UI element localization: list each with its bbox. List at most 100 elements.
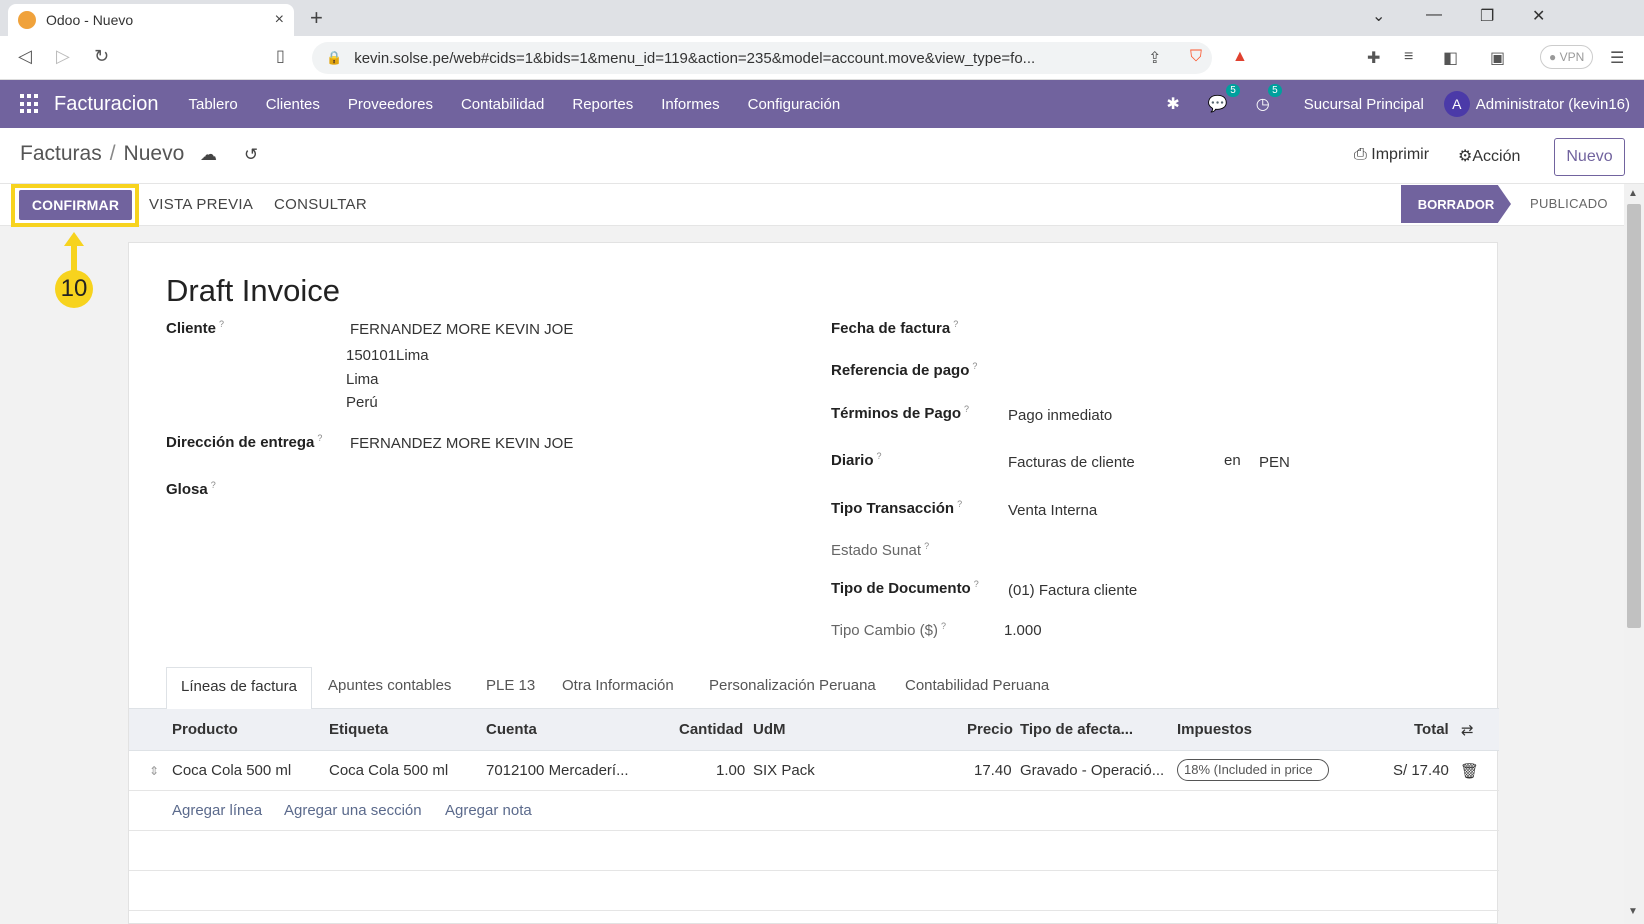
back-icon[interactable]: ◁ (18, 46, 32, 67)
wallet-icon[interactable]: ▣ (1490, 48, 1505, 68)
extensions-icon[interactable]: ✚ (1367, 48, 1380, 68)
avatar[interactable]: A (1443, 91, 1470, 117)
col-etiqueta[interactable]: Etiqueta (329, 721, 388, 738)
menu-clientes[interactable]: Clientes (266, 96, 320, 113)
tipo-cambio-field[interactable]: 1.000 (1004, 622, 1042, 639)
tab-search-icon[interactable]: ⌄ (1372, 6, 1385, 26)
debug-icon[interactable]: ✱ (1166, 94, 1179, 114)
breadcrumb-facturas[interactable]: Facturas (20, 142, 102, 165)
share-icon[interactable]: ⇪ (1148, 48, 1161, 68)
tipo-documento-label: Tipo de Documento? (831, 579, 979, 597)
forward-icon[interactable]: ▷ (56, 46, 70, 67)
menu-configuracion[interactable]: Configuración (748, 96, 841, 113)
tab-otra-informacion[interactable]: Otra Información (562, 677, 674, 694)
currency-field[interactable]: PEN (1259, 454, 1290, 471)
col-precio[interactable]: Precio (967, 721, 1013, 738)
breadcrumb: Facturas / Nuevo (20, 142, 184, 166)
diario-field[interactable]: Facturas de cliente (1008, 454, 1135, 471)
print-button[interactable]: ⎙ Imprimir (1354, 146, 1429, 164)
annotation-arrow-icon (64, 232, 84, 272)
menu-tablero[interactable]: Tablero (189, 96, 238, 113)
messages-icon[interactable]: 💬 5 (1208, 84, 1240, 114)
optional-columns-icon[interactable]: ⇄ (1461, 721, 1474, 739)
preview-button[interactable]: VISTA PREVIA (149, 196, 253, 213)
col-tipo-afectacion[interactable]: Tipo de afecta... (1020, 721, 1133, 738)
control-panel: Facturas / Nuevo ☁ ↺ ⎙ Imprimir ⚙Acción Nu… (0, 128, 1644, 184)
cell-cuenta[interactable]: 7012100 Mercaderí... (486, 762, 629, 779)
cliente-address-line3: Perú (346, 394, 378, 411)
consult-button[interactable]: CONSULTAR (274, 196, 367, 213)
browser-tab[interactable]: Odoo - Nuevo × (8, 4, 294, 36)
entrega-field[interactable]: FERNANDEZ MORE KEVIN JOE (350, 435, 573, 452)
sidebar-icon[interactable]: ◧ (1443, 48, 1458, 68)
cell-tipo-afectacion[interactable]: Gravado - Operació... (1020, 762, 1164, 779)
minimize-icon[interactable]: — (1426, 6, 1442, 24)
activities-icon[interactable]: ◷ 5 (1256, 84, 1282, 114)
col-cantidad[interactable]: Cantidad (679, 721, 743, 738)
cell-etiqueta[interactable]: Coca Cola 500 ml (329, 762, 448, 779)
scroll-down-icon[interactable]: ▼ (1628, 906, 1638, 917)
state-posted[interactable]: PUBLICADO (1530, 196, 1608, 211)
save-cloud-icon[interactable]: ☁ (200, 145, 217, 165)
tab-contabilidad-peruana[interactable]: Contabilidad Peruana (905, 677, 1049, 694)
tab-apuntes-contables[interactable]: Apuntes contables (328, 677, 451, 694)
menu-reportes[interactable]: Reportes (572, 96, 633, 113)
odoo-navbar: Facturacion Tablero Clientes Proveedores… (0, 80, 1644, 128)
brave-rewards-icon[interactable]: ▲ (1232, 48, 1248, 66)
cell-precio[interactable]: 17.40 (974, 762, 1012, 779)
brave-shield-icon[interactable]: ⛉ (1190, 48, 1202, 66)
tab-title: Odoo - Nuevo (46, 12, 134, 28)
empty-row (129, 871, 1499, 911)
scrollbar-thumb[interactable] (1627, 204, 1641, 628)
drag-handle-icon[interactable]: ⇕ (149, 764, 159, 778)
apps-menu-icon[interactable] (20, 94, 40, 114)
tab-close-icon[interactable]: × (275, 11, 284, 29)
scroll-up-icon[interactable]: ▲ (1628, 188, 1638, 199)
reload-icon[interactable]: ↻ (94, 46, 109, 67)
address-bar[interactable]: 🔒 kevin.solse.pe/web#cids=1&bids=1&menu_… (312, 42, 1212, 74)
cell-cantidad[interactable]: 1.00 (716, 762, 745, 779)
menu-contabilidad[interactable]: Contabilidad (461, 96, 544, 113)
cell-producto[interactable]: Coca Cola 500 ml (172, 762, 291, 779)
step-badge: 10 (55, 270, 93, 308)
tax-tag[interactable]: 18% (Included in price (1177, 759, 1329, 781)
trash-icon[interactable]: 🗑 (1460, 762, 1479, 780)
add-note-link[interactable]: Agregar nota (445, 802, 532, 819)
menu-informes[interactable]: Informes (661, 96, 719, 113)
col-impuestos[interactable]: Impuestos (1177, 721, 1252, 738)
menu-proveedores[interactable]: Proveedores (348, 96, 433, 113)
bookmark-icon[interactable]: ▯ (276, 46, 285, 66)
tab-personalizacion-peruana[interactable]: Personalización Peruana (709, 677, 876, 694)
cell-udm[interactable]: SIX Pack (753, 762, 815, 779)
col-udm[interactable]: UdM (753, 721, 786, 738)
state-draft[interactable]: BORRADOR (1401, 185, 1511, 223)
discard-icon[interactable]: ↺ (244, 145, 258, 165)
terminos-field[interactable]: Pago inmediato (1008, 407, 1112, 424)
tab-lineas-factura[interactable]: Líneas de factura (166, 667, 312, 710)
col-total[interactable]: Total (1414, 721, 1449, 738)
col-cuenta[interactable]: Cuenta (486, 721, 537, 738)
user-menu[interactable]: Administrator (kevin16) (1476, 96, 1630, 113)
confirm-button[interactable]: CONFIRMAR (19, 190, 132, 220)
browser-menu-icon[interactable]: ☰ (1610, 48, 1624, 68)
restore-icon[interactable]: ❐ (1480, 6, 1494, 26)
new-button[interactable]: Nuevo (1554, 138, 1625, 176)
new-tab-icon[interactable]: + (310, 5, 323, 31)
cliente-address-line1: 150101Lima (346, 347, 429, 364)
app-name[interactable]: Facturacion (54, 93, 159, 116)
window-close-icon[interactable]: ✕ (1532, 6, 1545, 26)
playlist-icon[interactable]: ≡ (1404, 48, 1413, 66)
tipo-documento-field[interactable]: (01) Factura cliente (1008, 582, 1137, 599)
branch-switcher[interactable]: Sucursal Principal (1304, 96, 1424, 113)
tab-ple-13[interactable]: PLE 13 (486, 677, 535, 694)
vpn-button[interactable]: ● VPN (1540, 45, 1594, 69)
cliente-field[interactable]: FERNANDEZ MORE KEVIN JOE (350, 321, 573, 338)
col-producto[interactable]: Producto (172, 721, 238, 738)
add-line-link[interactable]: Agregar línea (172, 802, 262, 819)
add-section-link[interactable]: Agregar una sección (284, 802, 422, 819)
tipo-transaccion-field[interactable]: Venta Interna (1008, 502, 1097, 519)
diario-en-text: en (1224, 452, 1241, 469)
form-sheet: Draft Invoice Cliente? FERNANDEZ MORE KE… (128, 242, 1499, 924)
table-row[interactable]: ⇕ Coca Cola 500 ml Coca Cola 500 ml 7012… (129, 751, 1499, 791)
action-button[interactable]: ⚙Acción (1458, 146, 1520, 166)
